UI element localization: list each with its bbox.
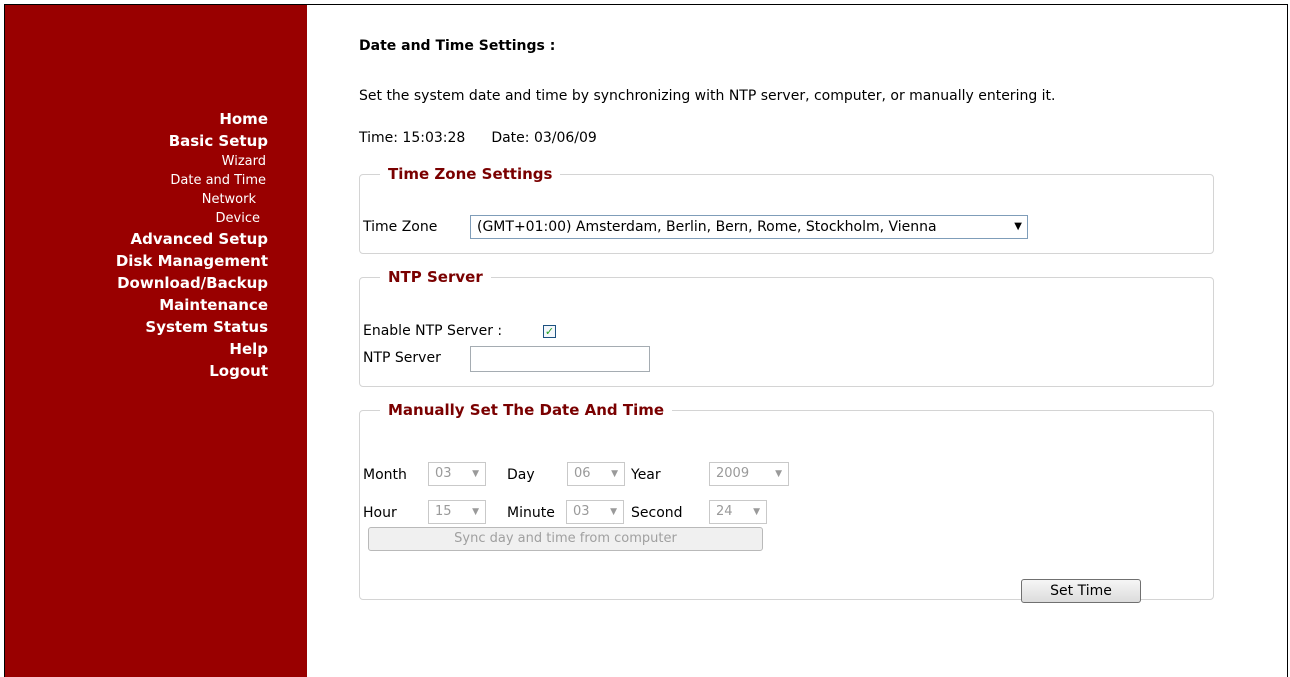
page-description: Set the system date and time by synchron… (359, 88, 1056, 104)
hour-select[interactable]: 15 ▼ (428, 500, 486, 524)
sidebar-item-system-status[interactable]: System Status (116, 316, 268, 338)
sidebar-item-logout[interactable]: Logout (116, 360, 268, 382)
chevron-down-icon: ▼ (611, 469, 618, 479)
minute-label: Minute (507, 505, 555, 521)
ntp-enable-label: Enable NTP Server : (363, 323, 503, 339)
page-title: Date and Time Settings : (359, 38, 556, 54)
sidebar-item-network[interactable]: Network (116, 190, 256, 209)
hour-label: Hour (363, 505, 397, 521)
ntp-server-label: NTP Server (363, 350, 441, 366)
current-datetime: Time: 15:03:28 Date: 03/06/09 (359, 130, 597, 146)
sidebar: Home Basic Setup Wizard Date and Time Ne… (5, 5, 307, 677)
chevron-down-icon: ▼ (472, 507, 479, 517)
sidebar-item-disk-management[interactable]: Disk Management (116, 250, 268, 272)
day-value: 06 (574, 466, 591, 481)
minute-value: 03 (573, 504, 590, 519)
sidebar-item-advanced-setup[interactable]: Advanced Setup (116, 228, 268, 250)
chevron-down-icon: ▼ (775, 469, 782, 479)
sidebar-item-date-and-time[interactable]: Date and Time (116, 171, 266, 190)
chevron-down-icon: ▼ (472, 469, 479, 479)
sidebar-item-maintenance[interactable]: Maintenance (116, 294, 268, 316)
sidebar-item-wizard[interactable]: Wizard (116, 152, 266, 171)
timezone-label: Time Zone (363, 219, 438, 235)
sidebar-nav: Home Basic Setup Wizard Date and Time Ne… (116, 108, 268, 382)
second-label: Second (631, 505, 683, 521)
chevron-down-icon: ▼ (1014, 221, 1022, 232)
sync-from-computer-button[interactable]: Sync day and time from computer (368, 527, 763, 551)
chevron-down-icon: ▼ (610, 507, 617, 517)
current-date: Date: 03/06/09 (491, 130, 597, 146)
second-select[interactable]: 24 ▼ (709, 500, 767, 524)
ntp-legend: NTP Server (388, 268, 483, 286)
day-select[interactable]: 06 ▼ (567, 462, 625, 486)
sidebar-item-device[interactable]: Device (116, 209, 260, 228)
year-select[interactable]: 2009 ▼ (709, 462, 789, 486)
year-value: 2009 (716, 466, 750, 481)
manual-legend: Manually Set The Date And Time (388, 401, 665, 419)
year-label: Year (631, 467, 661, 483)
timezone-select[interactable]: (GMT+01:00) Amsterdam, Berlin, Bern, Rom… (470, 215, 1028, 239)
current-time: Time: 15:03:28 (359, 130, 466, 146)
ntp-section: NTP Server Enable NTP Server : ✓ NTP Ser… (359, 268, 1214, 387)
chevron-down-icon: ▼ (753, 507, 760, 517)
sidebar-item-help[interactable]: Help (116, 338, 268, 360)
timezone-section: Time Zone Settings Time Zone (GMT+01:00)… (359, 165, 1214, 254)
day-label: Day (507, 467, 535, 483)
month-label: Month (363, 467, 407, 483)
ntp-enable-checkbox[interactable]: ✓ (543, 325, 556, 338)
minute-select[interactable]: 03 ▼ (566, 500, 624, 524)
hour-value: 15 (435, 504, 452, 519)
ntp-server-input[interactable] (470, 346, 650, 372)
sidebar-item-basic-setup[interactable]: Basic Setup (116, 130, 268, 152)
sidebar-item-download-backup[interactable]: Download/Backup (116, 272, 268, 294)
sidebar-item-home[interactable]: Home (116, 108, 268, 130)
manual-datetime-section: Manually Set The Date And Time Month 03 … (359, 401, 1214, 603)
second-value: 24 (716, 504, 733, 519)
timezone-select-value: (GMT+01:00) Amsterdam, Berlin, Bern, Rom… (477, 219, 937, 235)
timezone-legend: Time Zone Settings (388, 165, 553, 183)
set-time-button[interactable]: Set Time (1021, 579, 1141, 603)
month-value: 03 (435, 466, 452, 481)
month-select[interactable]: 03 ▼ (428, 462, 486, 486)
